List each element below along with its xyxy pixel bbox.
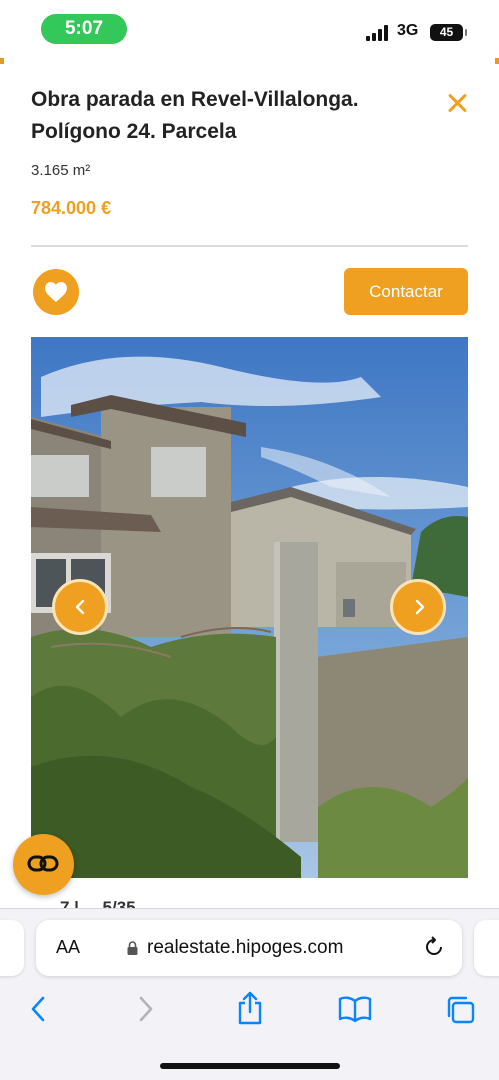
sheet-edge-accent bbox=[0, 58, 4, 64]
address-bar[interactable]: AA realestate.hipoges.com bbox=[36, 920, 462, 976]
url-text: realestate.hipoges.com bbox=[147, 937, 344, 958]
back-icon[interactable] bbox=[28, 995, 48, 1023]
status-bar: 5:07 3G 45 bbox=[0, 0, 499, 60]
link-icon bbox=[27, 855, 59, 872]
status-time: 5:07 bbox=[41, 14, 127, 44]
lock-icon bbox=[127, 941, 138, 955]
chevron-right-icon bbox=[415, 599, 425, 615]
listing-price: 784.000 € bbox=[31, 198, 112, 218]
network-type: 3G bbox=[397, 22, 419, 39]
sheet-edge-accent bbox=[495, 58, 499, 64]
browser-toolbar: AA realestate.hipoges.com bbox=[0, 908, 499, 1080]
battery-icon: 45 bbox=[430, 24, 467, 41]
reload-icon[interactable] bbox=[423, 936, 445, 958]
home-indicator bbox=[160, 1063, 340, 1069]
heart-icon bbox=[45, 282, 67, 302]
favorite-button[interactable] bbox=[33, 269, 79, 315]
floating-action-button[interactable] bbox=[13, 834, 74, 895]
previous-tab-preview[interactable] bbox=[0, 920, 24, 976]
tabs-icon[interactable] bbox=[444, 995, 476, 1025]
share-icon[interactable] bbox=[236, 991, 264, 1025]
close-icon[interactable] bbox=[444, 90, 472, 118]
listing-area: 3.165 m² bbox=[31, 162, 91, 179]
divider bbox=[31, 245, 468, 247]
reader-settings-button[interactable]: AA bbox=[56, 937, 80, 958]
contact-button[interactable]: Contactar bbox=[344, 268, 468, 315]
gallery-prev-button[interactable] bbox=[52, 579, 108, 635]
bookmarks-icon[interactable] bbox=[338, 995, 372, 1023]
listing-title: Obra parada en Revel-Villalonga. Polígon… bbox=[31, 88, 359, 143]
forward-icon[interactable] bbox=[136, 995, 156, 1023]
next-tab-preview[interactable] bbox=[474, 920, 499, 976]
signal-icon bbox=[366, 25, 390, 41]
gallery-next-button[interactable] bbox=[390, 579, 446, 635]
chevron-left-icon bbox=[75, 599, 85, 615]
